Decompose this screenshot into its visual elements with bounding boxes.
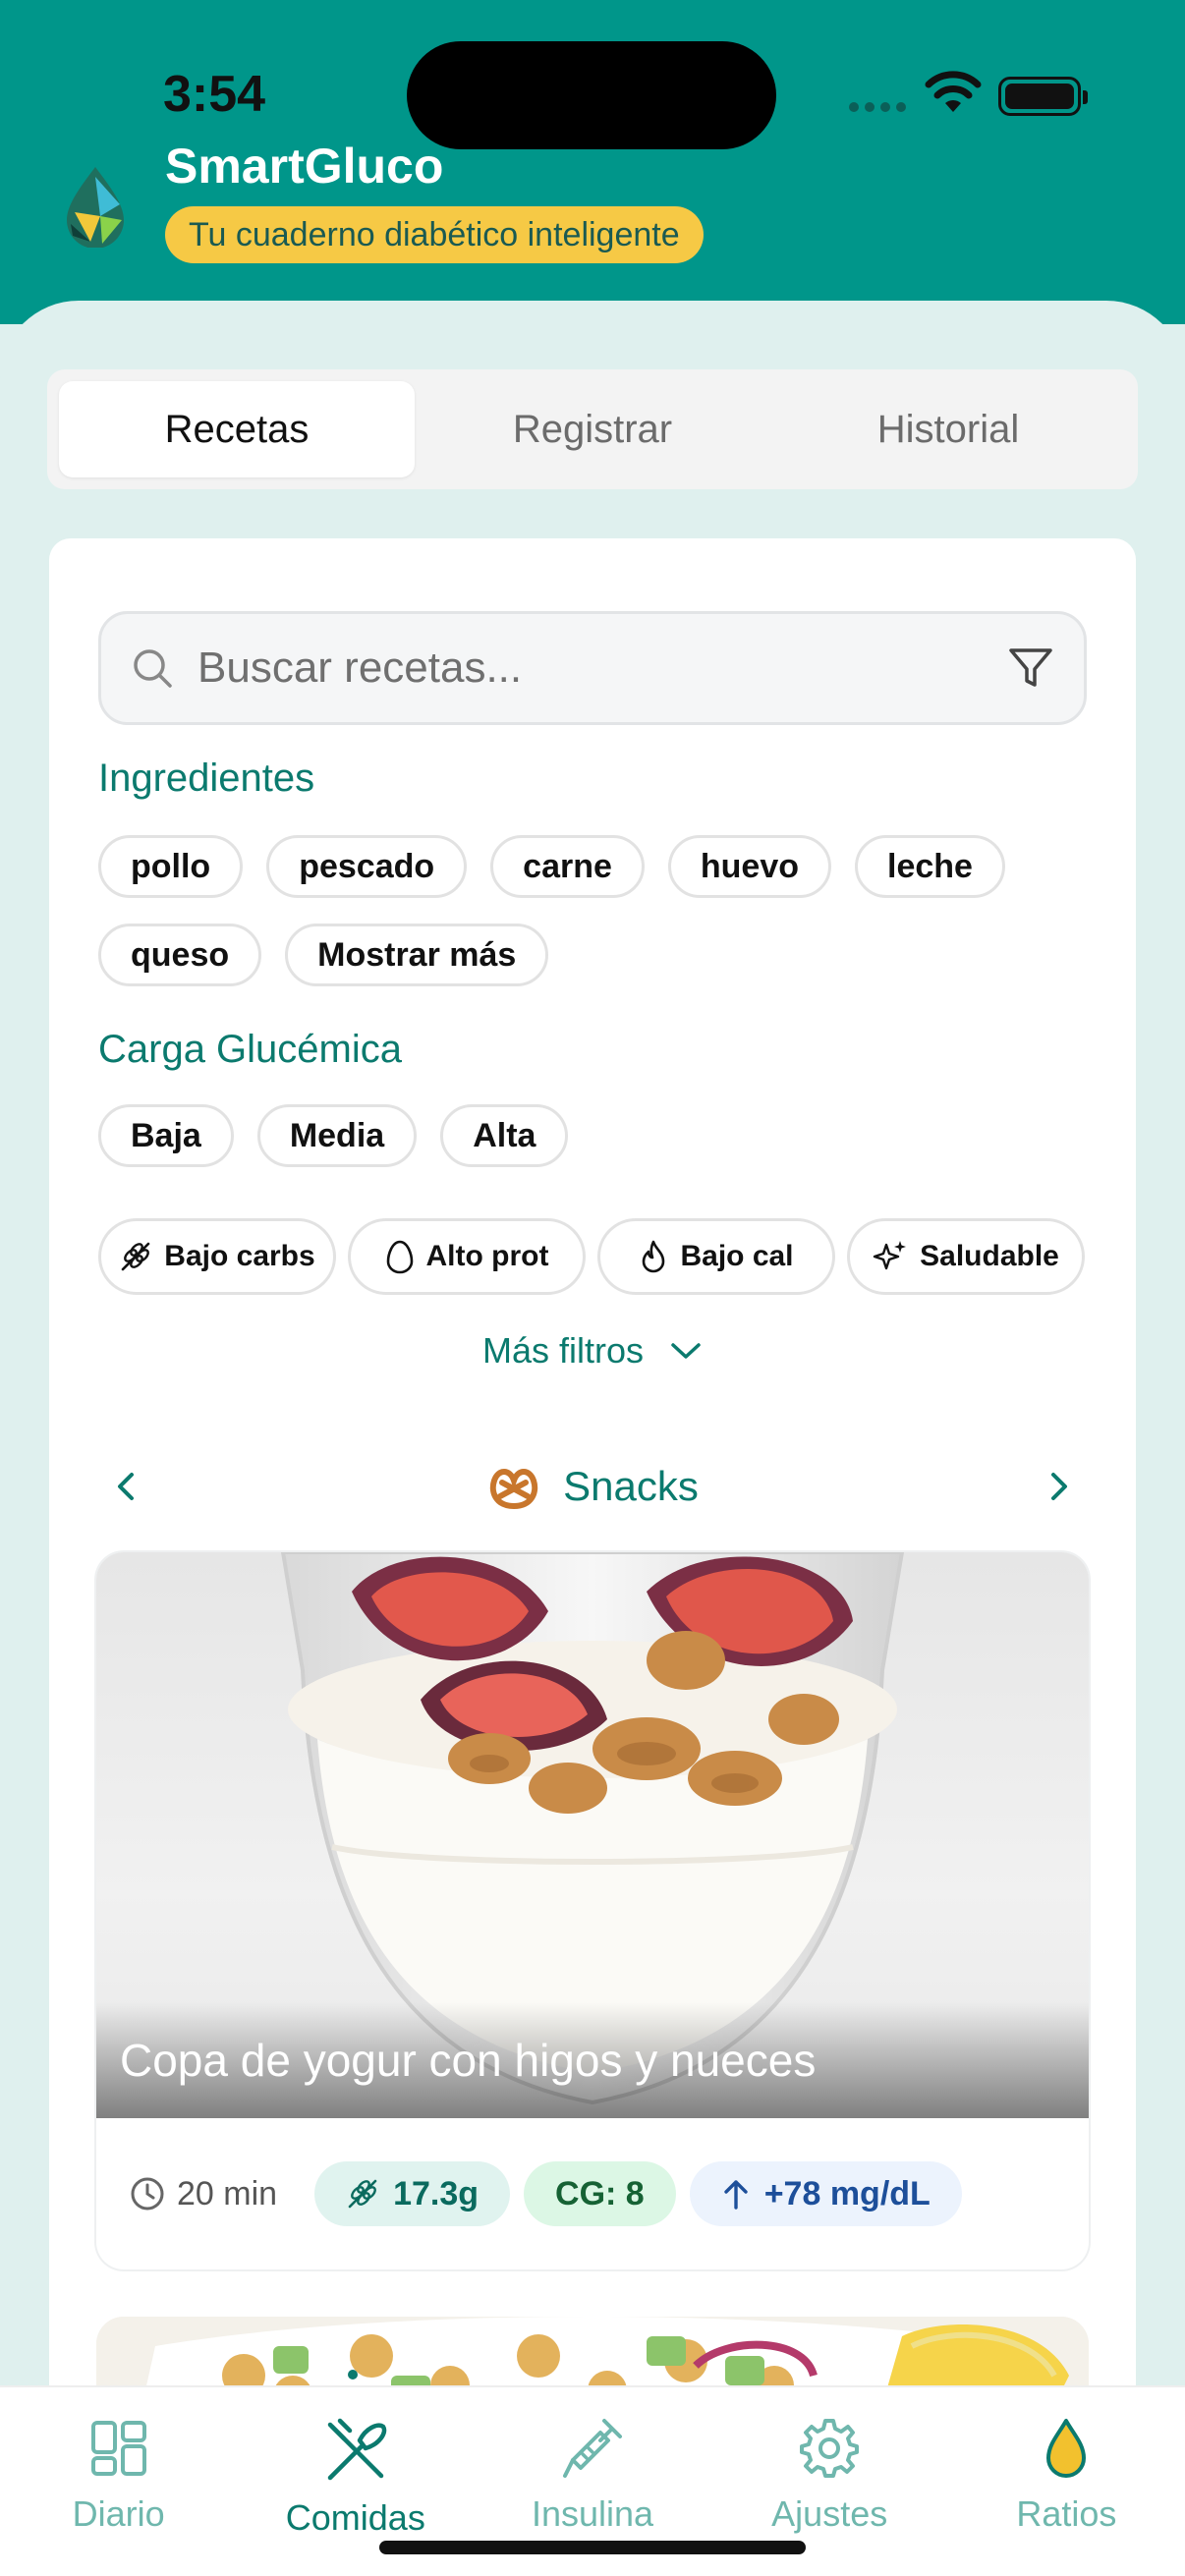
quick-filters: Bajo carbs Alto prot Bajo cal Saludable (98, 1218, 1085, 1295)
filter-low-cal[interactable]: Bajo cal (597, 1218, 835, 1295)
glycemic-load-value: CG: 8 (555, 2174, 645, 2212)
ingredient-chips-row-2: queso Mostrar más (98, 924, 549, 986)
clock-icon (131, 2177, 164, 2211)
drop-icon (1046, 2419, 1087, 2478)
filter-healthy[interactable]: Saludable (847, 1218, 1085, 1295)
filter-icon[interactable] (1007, 644, 1054, 692)
filter-high-protein[interactable]: Alto prot (348, 1218, 586, 1295)
glucose-rise-value: +78 mg/dL (763, 2174, 931, 2212)
filter-label: Saludable (920, 1240, 1059, 1272)
glycemic-chips: Baja Media Alta (98, 1104, 569, 1167)
recipe-meta: 20 min 17.3g CG: 8 +78 mg/dL (96, 2118, 1089, 2269)
search-input[interactable] (198, 644, 1007, 693)
prep-time-value: 20 min (177, 2174, 278, 2212)
egg-icon (386, 1240, 413, 1274)
filter-label: Bajo cal (680, 1240, 794, 1272)
ingredient-chip[interactable]: leche (855, 835, 1005, 898)
glycemic-load-label: Carga Glucémica (98, 1028, 403, 1071)
ingredient-chips-row-1: pollo pescado carne huevo leche (98, 835, 1005, 898)
nav-label: Comidas (285, 2497, 425, 2538)
tab-registrar[interactable]: Registrar (415, 381, 770, 477)
app-logo-icon (67, 167, 124, 248)
chevron-left-icon[interactable] (98, 1457, 157, 1516)
dynamic-island (407, 41, 776, 149)
glycemic-load-badge: CG: 8 (524, 2161, 676, 2226)
battery-icon (998, 77, 1088, 116)
nav-item-ratios[interactable]: Ratios (948, 2387, 1185, 2576)
ingredient-chip[interactable]: carne (490, 835, 645, 898)
recipe-title: Copa de yogur con higos y nueces (120, 2035, 817, 2086)
gear-icon (800, 2419, 860, 2478)
app-title: SmartGluco (165, 139, 444, 194)
ingredient-chip[interactable]: pollo (98, 835, 244, 898)
prep-time: 20 min (130, 2175, 277, 2213)
arrow-up-icon (724, 2180, 748, 2210)
ingredient-chip[interactable]: huevo (667, 835, 832, 898)
ingredients-label: Ingredientes (98, 756, 315, 800)
nav-label: Ajustes (771, 2493, 888, 2534)
status-time: 3:54 (163, 66, 266, 123)
sparkles-icon (873, 1241, 907, 1270)
wheat-icon (348, 2179, 377, 2209)
tab-historial[interactable]: Historial (770, 381, 1126, 477)
home-indicator (379, 2541, 806, 2554)
grid-icon (90, 2421, 146, 2476)
wheat-icon (121, 1242, 150, 1271)
app-tagline: Tu cuaderno diabético inteligente (165, 206, 704, 263)
nav-label: Ratios (1016, 2493, 1117, 2534)
category-carousel-nav: Snacks (98, 1452, 1087, 1521)
more-filters-button[interactable]: Más filtros (49, 1330, 1136, 1372)
flame-icon (643, 1240, 665, 1273)
glucose-rise-badge: +78 mg/dL (689, 2161, 962, 2226)
recipe-image: Copa de yogur con higos y nueces (96, 1552, 1089, 2118)
chevron-down-icon (671, 1343, 701, 1359)
chevron-right-icon[interactable] (1028, 1457, 1087, 1516)
glycemic-chip-high[interactable]: Alta (440, 1104, 569, 1167)
more-filters-label: Más filtros (481, 1330, 645, 1371)
recipe-card[interactable]: Copa de yogur con higos y nueces 20 min (96, 1552, 1089, 2269)
nav-label: Insulina (531, 2493, 654, 2534)
show-more-button[interactable]: Mostrar más (285, 924, 549, 986)
carbs-value: 17.3g (393, 2174, 480, 2212)
ingredient-chip[interactable]: queso (98, 924, 262, 986)
ingredient-chip[interactable]: pescado (266, 835, 468, 898)
search-bar (98, 611, 1087, 725)
filter-label: Bajo carbs (164, 1240, 315, 1272)
filter-low-carbs[interactable]: Bajo carbs (98, 1218, 336, 1295)
pretzel-icon (490, 1469, 538, 1510)
tab-recetas[interactable]: Recetas (59, 381, 415, 477)
section-tabs: Recetas Registrar Historial (47, 369, 1138, 489)
wifi-icon (925, 71, 982, 112)
nav-item-diario[interactable]: Diario (0, 2387, 237, 2576)
recipes-card: Ingredientes pollo pescado carne huevo l… (49, 538, 1136, 2576)
syringe-icon (563, 2419, 622, 2478)
utensils-icon (327, 2418, 386, 2481)
glycemic-chip-medium[interactable]: Media (256, 1104, 418, 1167)
category-name: Snacks (563, 1463, 699, 1509)
cellular-signal-icon (849, 102, 906, 112)
glycemic-chip-low[interactable]: Baja (98, 1104, 234, 1167)
nav-label: Diario (72, 2493, 165, 2534)
search-icon (134, 649, 172, 688)
carbs-badge: 17.3g (314, 2161, 511, 2226)
active-nav-indicator (348, 2370, 358, 2380)
filter-label: Alto prot (425, 1240, 549, 1272)
category-title: Snacks (486, 1463, 699, 1510)
